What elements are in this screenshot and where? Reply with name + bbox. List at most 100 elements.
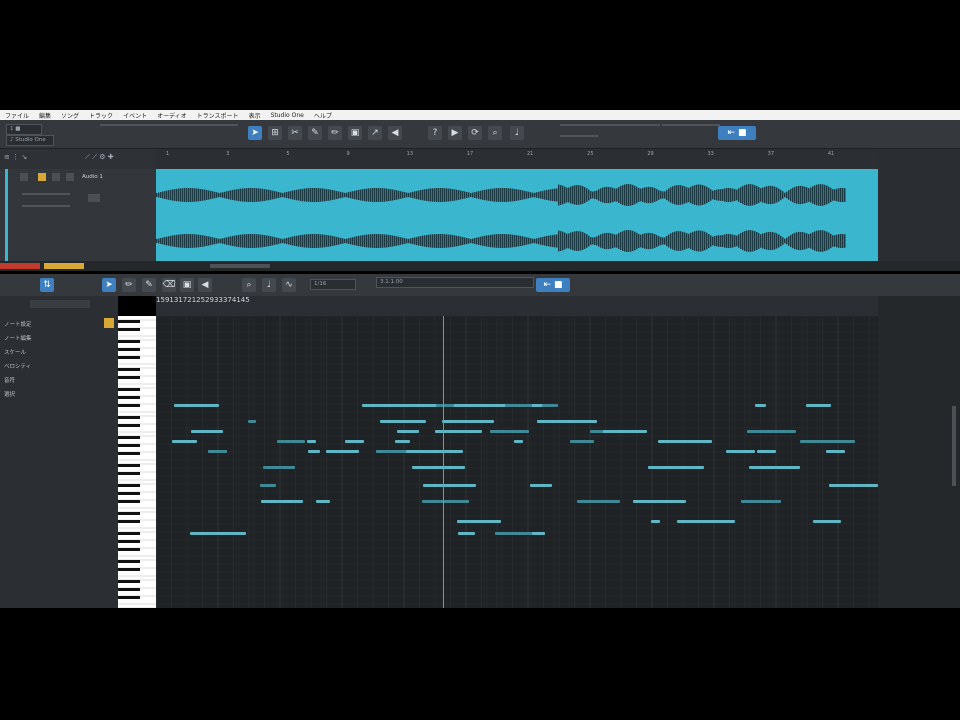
inspector-row[interactable]: 選択 [4,390,15,398]
midi-note[interactable] [747,430,796,433]
editor-metronome-icon[interactable]: ♩ [262,278,276,292]
editor-brush-icon[interactable]: ✎ [142,278,156,292]
midi-note[interactable] [826,450,845,453]
midi-note[interactable] [422,500,469,503]
track-output-field[interactable] [22,205,70,207]
midi-note[interactable] [380,420,426,423]
midi-note[interactable] [214,450,227,453]
snap-toggle[interactable]: ⇤ ■ [718,126,756,140]
midi-note[interactable] [490,430,529,433]
inspector-row[interactable]: ノート設定 [4,320,32,328]
piano-keys[interactable] [118,316,156,608]
position-field[interactable] [560,135,598,137]
midi-note[interactable] [307,440,316,443]
midi-note[interactable] [172,440,197,443]
list-icon[interactable]: ≡ ⋮ ↘ [4,153,27,161]
midi-note[interactable] [806,404,831,407]
midi-note[interactable] [648,466,704,469]
editor-pencil-icon[interactable]: ✏ [122,278,136,292]
midi-note[interactable] [423,484,467,487]
midi-note[interactable] [554,420,597,423]
midi-note[interactable] [741,500,781,503]
midi-note[interactable] [633,500,686,503]
piano-keyboard[interactable] [118,316,156,608]
track-volume-knob[interactable] [88,194,100,202]
menu-item-8[interactable]: Studio One [266,112,309,119]
midi-note[interactable] [695,520,716,523]
midi-note[interactable] [436,404,454,407]
midi-note[interactable] [530,484,552,487]
menu-item-4[interactable]: イベント [118,111,152,120]
range-tool-icon[interactable]: ⊞ [268,126,282,140]
arrange-tool-icons[interactable]: ⟋ ⟋ ⚙ ✚ [85,153,114,162]
midi-note[interactable] [376,450,408,453]
midi-note[interactable] [260,484,276,487]
track-number-field[interactable]: 1 ■ [6,124,42,135]
help-icon[interactable]: ? [428,126,442,140]
midi-note[interactable] [570,440,594,443]
midi-note[interactable] [174,404,219,407]
scroll-thumb[interactable] [210,264,270,268]
editor-position-field[interactable]: 3.1.1.00 [376,277,534,288]
split-tool-icon[interactable]: ✂ [288,126,302,140]
inspector-row[interactable]: スケール [4,348,26,356]
editor-zoom-icon[interactable]: ⌕ [242,278,256,292]
midi-note[interactable] [505,404,532,407]
midi-note[interactable] [397,430,419,433]
midi-note[interactable] [755,404,766,407]
note-grid[interactable] [156,316,878,608]
eraser-tool-icon[interactable]: ✎ [308,126,322,140]
midi-note[interactable] [829,484,878,487]
midi-note[interactable] [406,450,463,453]
menu-item-9[interactable]: ヘルプ [309,111,337,120]
midi-note[interactable] [362,404,400,407]
metronome-icon[interactable]: ♩ [510,126,524,140]
menu-item-1[interactable]: 編集 [34,111,56,120]
midi-note[interactable] [542,404,558,407]
midi-note[interactable] [277,440,305,443]
midi-note[interactable] [757,450,776,453]
snap-field[interactable] [612,124,660,126]
arrange-ruler[interactable]: 1 3 5 9 13 17 21 25 29 33 37 41 [156,149,884,169]
mute-tool-icon[interactable]: ▣ [348,126,362,140]
mute-button[interactable] [52,173,60,181]
midi-note[interactable] [577,500,620,503]
playhead[interactable] [443,316,444,608]
midi-note[interactable] [326,450,359,453]
menu-item-5[interactable]: オーディオ [152,111,192,120]
arrange-scrollbar[interactable] [0,261,960,271]
midi-note[interactable] [191,430,223,433]
quantize-select[interactable]: 1/16 [310,279,356,290]
midi-note[interactable] [207,532,242,535]
track-name[interactable]: Audio 1 [82,174,103,180]
play-icon[interactable]: ▶ [448,126,462,140]
editor-link-icon[interactable]: ⇅ [40,278,54,292]
menu-item-7[interactable]: 表示 [244,111,266,120]
zoom-icon[interactable]: ⌕ [488,126,502,140]
listen-tool-icon[interactable]: ◀ [388,126,402,140]
midi-note[interactable] [532,532,545,535]
midi-note[interactable] [773,466,800,469]
inspector-color-swatch[interactable] [104,318,114,328]
editor-bend-icon[interactable]: ∿ [282,278,296,292]
midi-note[interactable] [458,532,475,535]
record-button[interactable] [20,173,28,181]
menu-item-3[interactable]: トラック [84,111,118,120]
inspector-row[interactable]: ベロシティ [4,362,31,370]
midi-note[interactable] [800,440,855,443]
editor-eraser-icon[interactable]: ⌫ [162,278,176,292]
quantize-field[interactable] [662,124,720,126]
midi-note[interactable] [263,466,295,469]
midi-note[interactable] [457,520,501,523]
menu-item-6[interactable]: トランスポート [192,111,244,120]
editor-ruler[interactable]: 159131721252933374145 [156,296,878,316]
menu-item-0[interactable]: ファイル [0,111,34,120]
midi-note[interactable] [412,466,465,469]
monitor-button[interactable] [38,173,46,181]
menu-item-2[interactable]: ソング [56,111,84,120]
midi-note[interactable] [345,440,364,443]
midi-note[interactable] [651,520,660,523]
bend-tool-icon[interactable]: ↗ [368,126,382,140]
editor-snap-toggle[interactable]: ⇤ ■ [536,278,570,292]
midi-note[interactable] [813,520,841,523]
